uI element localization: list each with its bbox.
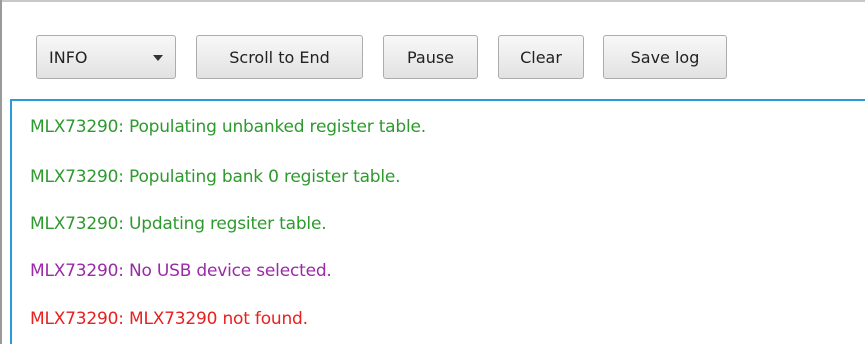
log-line: MLX73290: Populating bank 0 register tab… bbox=[30, 167, 401, 187]
log-window: INFO Scroll to End Pause Clear Save log … bbox=[0, 0, 865, 344]
chevron-down-icon bbox=[153, 55, 163, 61]
log-line: MLX73290: No USB device selected. bbox=[30, 261, 332, 281]
log-line: MLX73290: Populating unbanked register t… bbox=[30, 117, 426, 137]
pause-button[interactable]: Pause bbox=[383, 35, 478, 79]
save-log-button[interactable]: Save log bbox=[603, 35, 727, 79]
scroll-to-end-button[interactable]: Scroll to End bbox=[196, 35, 363, 79]
toolbar: INFO Scroll to End Pause Clear Save log bbox=[2, 2, 865, 99]
clear-button[interactable]: Clear bbox=[498, 35, 584, 79]
log-level-value: INFO bbox=[49, 47, 88, 67]
log-output-panel[interactable]: MLX73290: Populating unbanked register t… bbox=[10, 99, 865, 344]
log-line: MLX73290: MLX73290 not found. bbox=[30, 309, 308, 329]
log-level-select[interactable]: INFO bbox=[36, 35, 176, 79]
log-line: MLX73290: Updating regsiter table. bbox=[30, 214, 327, 234]
